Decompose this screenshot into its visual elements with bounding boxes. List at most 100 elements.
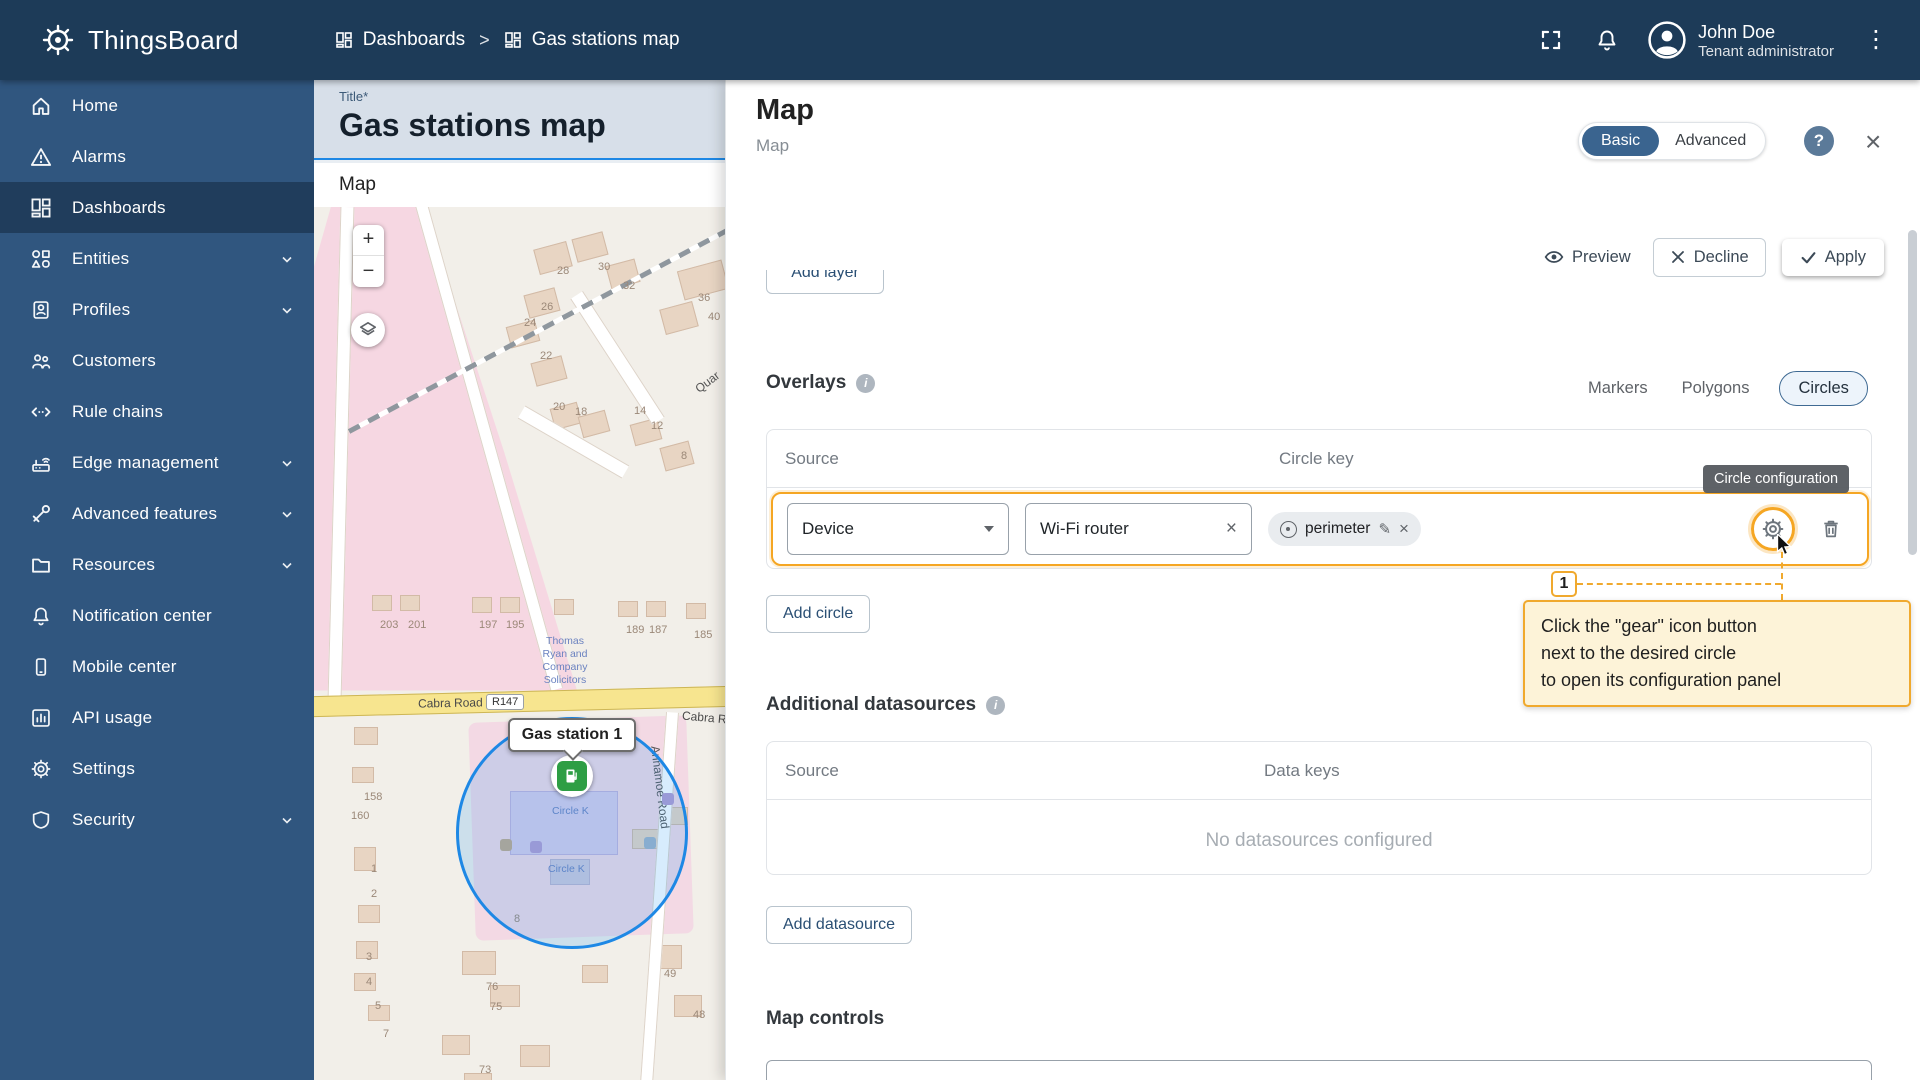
circle-key-chip[interactable]: perimeter ✎ ×	[1268, 512, 1421, 546]
sidebar-item-alarms[interactable]: Alarms	[0, 131, 314, 182]
sidebar-item-profiles[interactable]: Profiles	[0, 284, 314, 335]
key-type-icon	[1280, 521, 1297, 538]
zoom-out-button[interactable]: −	[353, 256, 384, 287]
building-number: 49	[664, 968, 676, 980]
tab-polygons[interactable]: Polygons	[1678, 372, 1754, 405]
building-number: 5	[375, 1000, 381, 1012]
sidebar-item-dashboards[interactable]: Dashboards	[0, 182, 314, 233]
profiles-badge-icon	[30, 299, 52, 321]
wrench-tools-icon	[30, 503, 52, 525]
circle-configuration-gear-button[interactable]	[1751, 507, 1795, 551]
chevron-down-icon	[278, 811, 296, 829]
datasources-section-header: Additional datasources i	[766, 694, 1005, 716]
eye-icon	[1544, 247, 1564, 267]
building-number: 40	[708, 311, 720, 323]
building-number: 1	[371, 863, 377, 875]
sidebar-item-edge-management[interactable]: Edge management	[0, 437, 314, 488]
mode-advanced-option[interactable]: Advanced	[1659, 126, 1762, 156]
sidebar-item-label: Rule chains	[72, 402, 163, 422]
sidebar-item-api-usage[interactable]: API usage	[0, 692, 314, 743]
map-building	[571, 231, 608, 262]
map-building	[582, 965, 608, 983]
building-number: 73	[479, 1064, 491, 1076]
user-menu[interactable]: John Doe Tenant administrator	[1648, 21, 1834, 60]
fullscreen-icon[interactable]	[1536, 25, 1566, 55]
panel-title: Map	[756, 94, 814, 127]
map-layers-button[interactable]	[351, 313, 385, 347]
app-logo[interactable]: ThingsBoard	[40, 22, 239, 58]
breadcrumb-dashboards[interactable]: Dashboards	[335, 29, 465, 51]
customers-people-icon	[30, 350, 52, 372]
datasources-table: Source Data keys No datasources configur…	[766, 741, 1872, 875]
breadcrumb-current[interactable]: Gas stations map	[504, 29, 680, 51]
help-button[interactable]: ?	[1804, 126, 1834, 156]
notifications-bell-icon[interactable]	[1592, 25, 1622, 55]
tab-markers[interactable]: Markers	[1584, 372, 1652, 405]
settings-mode-toggle: Basic Advanced	[1578, 122, 1766, 160]
edge-router-icon	[30, 452, 52, 474]
sidebar-item-settings[interactable]: Settings	[0, 743, 314, 794]
add-circle-button[interactable]: Add circle	[766, 595, 870, 633]
building-number: 2	[371, 888, 377, 900]
building-number: 189	[626, 624, 644, 636]
building-number: 18	[575, 406, 587, 418]
x-icon	[1670, 249, 1686, 265]
add-layer-button[interactable]: Add layer	[766, 270, 884, 294]
zoom-in-button[interactable]: +	[353, 225, 384, 257]
panel-subtitle: Map	[756, 136, 789, 156]
sidebar-item-customers[interactable]: Customers	[0, 335, 314, 386]
edit-key-pencil-icon[interactable]: ✎	[1378, 520, 1391, 538]
more-options-icon[interactable]: ⋮	[1860, 28, 1892, 52]
annotation-step-badge: 1	[1551, 571, 1577, 597]
sidebar-item-label: Customers	[72, 351, 156, 371]
source-entity-field[interactable]: Wi-Fi router ×	[1025, 503, 1252, 555]
sidebar-item-label: Entities	[72, 249, 129, 269]
sidebar-item-rule-chains[interactable]: Rule chains	[0, 386, 314, 437]
tab-circles[interactable]: Circles	[1779, 371, 1867, 406]
annotation-connector	[1781, 552, 1783, 600]
dashboards-icon	[30, 197, 52, 219]
map-controls-field-clipped[interactable]	[766, 1060, 1872, 1080]
sidebar-item-entities[interactable]: Entities	[0, 233, 314, 284]
map-building	[686, 603, 706, 619]
shield-icon	[30, 809, 52, 831]
sidebar-item-mobile-center[interactable]: Mobile center	[0, 641, 314, 692]
building-number: 7	[383, 1028, 389, 1040]
close-panel-icon[interactable]: ×	[1861, 122, 1885, 162]
remove-key-icon[interactable]: ×	[1399, 519, 1409, 539]
decline-button[interactable]: Decline	[1653, 238, 1766, 277]
add-datasource-button[interactable]: Add datasource	[766, 906, 912, 944]
panel-scrollbar[interactable]	[1908, 230, 1917, 555]
sidebar-item-advanced-features[interactable]: Advanced features	[0, 488, 314, 539]
building-number: 12	[651, 420, 663, 432]
clear-entity-icon[interactable]: ×	[1226, 518, 1237, 540]
apply-button[interactable]: Apply	[1782, 239, 1884, 276]
chevron-down-icon	[278, 301, 296, 319]
dashboard-title-field[interactable]: Title* Gas stations map	[314, 80, 725, 160]
sidebar-item-security[interactable]: Security	[0, 794, 314, 845]
chevron-down-icon	[278, 556, 296, 574]
breadcrumb: Dashboards > Gas stations map	[335, 29, 680, 51]
sidebar-item-home[interactable]: Home	[0, 80, 314, 131]
breadcrumb-label: Gas stations map	[532, 29, 680, 51]
preview-button[interactable]: Preview	[1538, 239, 1637, 275]
dashboard-edit-column: Title* Gas stations map Map	[314, 80, 725, 1080]
building-number: 158	[364, 791, 382, 803]
map-canvas[interactable]: Quar Cabra Road R147 Cabra Roa Annamoe R…	[314, 207, 725, 1080]
overlays-heading: Overlays	[766, 372, 846, 394]
sidebar-item-notification-center[interactable]: Notification center	[0, 590, 314, 641]
info-icon[interactable]: i	[856, 374, 875, 393]
info-icon[interactable]: i	[986, 696, 1005, 715]
map-building	[372, 595, 392, 611]
column-source: Source	[785, 761, 839, 781]
sidebar: Home Alarms Dashboards Entities Profiles…	[0, 80, 314, 1080]
sidebar-item-resources[interactable]: Resources	[0, 539, 314, 590]
api-usage-chart-icon	[30, 707, 52, 729]
source-type-select[interactable]: Device	[787, 503, 1009, 555]
sidebar-item-label: Security	[72, 810, 135, 830]
mode-basic-option[interactable]: Basic	[1582, 126, 1659, 156]
entities-shapes-icon	[30, 248, 52, 270]
sidebar-item-label: Notification center	[72, 606, 212, 626]
dropdown-caret-icon	[984, 526, 994, 532]
delete-circle-trash-icon[interactable]	[1811, 509, 1851, 549]
